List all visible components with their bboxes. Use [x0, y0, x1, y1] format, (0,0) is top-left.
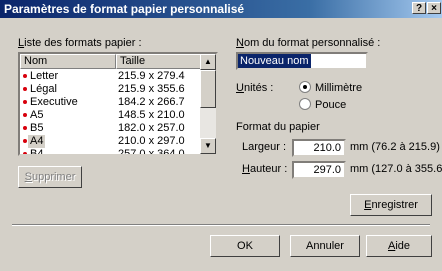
scroll-thumb[interactable]: [200, 70, 216, 108]
column-header-name[interactable]: Nom: [20, 54, 116, 69]
list-item[interactable]: B5 182.0 x 257.0: [20, 122, 200, 135]
title-bar: Paramètres de format papier personnalisé…: [0, 0, 442, 18]
bullet-icon: [23, 152, 27, 154]
list-item[interactable]: Letter 215.9 x 279.4: [20, 70, 200, 83]
units-label: Unités :: [236, 82, 274, 94]
bullet-icon: [23, 100, 27, 104]
paper-list-label-rest: iste des formats papier :: [24, 37, 142, 49]
list-item-size: 215.9 x 279.4: [118, 70, 185, 82]
units-label-rest: nités :: [243, 82, 274, 94]
millimeter-label[interactable]: Millimètre: [315, 82, 362, 94]
custom-name-label-rest: om du format personnalisé :: [243, 37, 381, 49]
list-item-name: Executive: [30, 96, 78, 108]
inch-label[interactable]: Pouce: [315, 99, 346, 111]
scroll-up-button[interactable]: ▲: [200, 54, 216, 70]
paper-format-list[interactable]: Nom Taille Letter 215.9 x 279.4 Légal 215.9…: [18, 52, 218, 156]
list-item[interactable]: Légal 215.9 x 355.6: [20, 83, 200, 96]
list-scrollbar[interactable]: ▲ ▼: [200, 54, 216, 154]
list-item-size: 210.0 x 297.0: [118, 135, 185, 147]
paper-list-label: Liste des formats papier :: [18, 37, 142, 49]
bullet-icon: [23, 126, 27, 130]
radio-inch[interactable]: [299, 98, 311, 110]
help-label-rest: ide: [395, 240, 411, 252]
save-label-rest: nregistrer: [371, 199, 418, 211]
width-label: Largeur :: [242, 141, 287, 153]
list-item-size: 182.0 x 257.0: [118, 122, 185, 134]
custom-name-label: Nom du format personnalisé :: [236, 37, 381, 49]
cancel-button[interactable]: Annuler: [290, 235, 360, 257]
list-item-name: B5: [30, 122, 44, 134]
scroll-down-button[interactable]: ▼: [200, 138, 216, 154]
separator: [12, 224, 430, 226]
list-item[interactable]: B4 257.0 x 364.0: [20, 148, 200, 156]
bullet-icon: [23, 139, 27, 143]
help-button[interactable]: Aide: [366, 235, 432, 257]
custom-name-value: Nouveau nom: [238, 54, 311, 68]
bullet-icon: [23, 113, 27, 117]
height-range: mm (127.0 à 355.6): [350, 163, 442, 175]
height-input[interactable]: 297.0: [292, 161, 346, 179]
height-label-rest: auteur :: [249, 163, 288, 175]
list-item-name: B4: [30, 148, 44, 156]
list-item-name: A4: [28, 135, 46, 148]
help-title-button[interactable]: ?: [412, 2, 426, 14]
list-item[interactable]: A4 210.0 x 297.0: [20, 135, 200, 148]
delete-button[interactable]: Supprimer: [18, 166, 82, 188]
window-title: Paramètres de format papier personnalisé: [4, 2, 245, 16]
bullet-icon: [23, 74, 27, 78]
radio-millimeter[interactable]: [299, 81, 311, 93]
list-item-name: Letter: [30, 70, 59, 82]
list-item-size: 184.2 x 266.7: [118, 96, 185, 108]
list-item-size: 148.5 x 210.0: [118, 109, 185, 121]
ok-button[interactable]: OK: [210, 235, 280, 257]
bullet-icon: [23, 87, 27, 91]
list-item-name: A5: [30, 109, 44, 121]
delete-label-rest: upprimer: [31, 171, 76, 183]
width-range: mm (76.2 à 215.9): [350, 141, 440, 153]
list-item[interactable]: A5 148.5 x 210.0: [20, 109, 200, 122]
close-title-button[interactable]: ×: [427, 2, 441, 14]
list-item-size: 215.9 x 355.6: [118, 83, 185, 95]
custom-name-input[interactable]: Nouveau nom: [236, 52, 368, 70]
list-item-size: 257.0 x 364.0: [118, 148, 185, 156]
width-input[interactable]: 210.0: [292, 139, 346, 157]
paper-size-label: Format du papier: [236, 121, 320, 133]
height-label: Hauteur :: [242, 163, 288, 175]
column-header-size[interactable]: Taille: [116, 54, 202, 69]
save-button[interactable]: Enregistrer: [350, 194, 432, 216]
list-item[interactable]: Executive 184.2 x 266.7: [20, 96, 200, 109]
list-item-name: Légal: [30, 83, 57, 95]
